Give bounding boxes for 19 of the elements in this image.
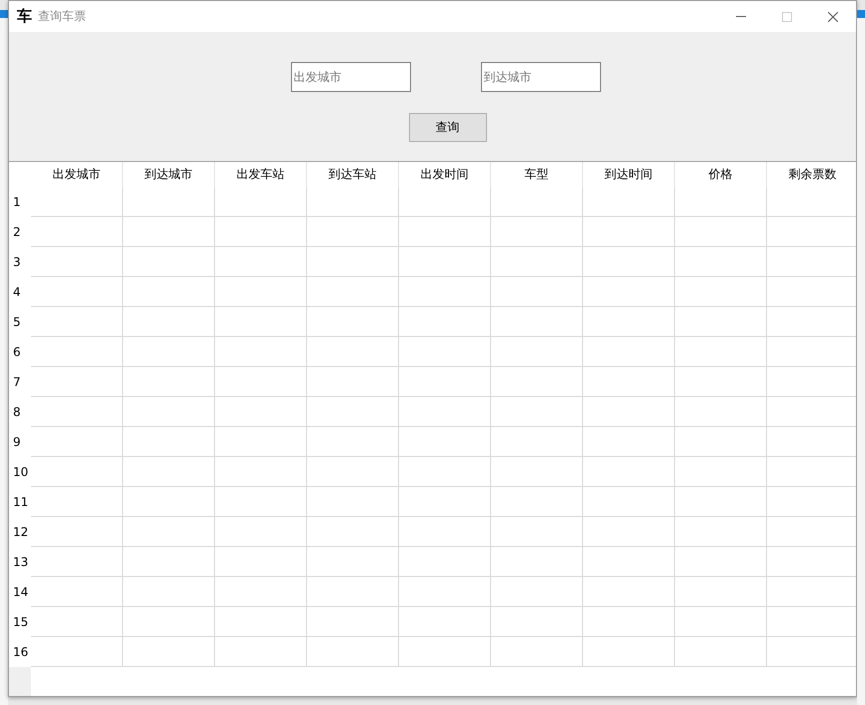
- background-app-bar: [857, 10, 865, 18]
- column-header[interactable]: 到达城市: [123, 162, 215, 187]
- background-app-bar: [0, 10, 8, 18]
- app-icon: 车: [17, 7, 32, 26]
- column-header[interactable]: 出发时间: [399, 162, 491, 187]
- arrival-city-field[interactable]: 到达城市: [480, 62, 600, 92]
- close-icon[interactable]: [828, 12, 838, 22]
- column-header[interactable]: 到达时间: [583, 162, 675, 187]
- window-title: 查询车票: [38, 8, 86, 25]
- column-header[interactable]: 到达车站: [307, 162, 399, 187]
- departure-city-field[interactable]: 出发城市: [290, 62, 410, 92]
- column-header[interactable]: 出发城市: [31, 162, 123, 187]
- column-header[interactable]: 车型: [491, 162, 583, 187]
- minimize-icon[interactable]: [736, 16, 746, 17]
- search-button[interactable]: 查询: [408, 113, 486, 142]
- column-header[interactable]: 出发车站: [215, 162, 307, 187]
- row-number[interactable]: 14: [9, 577, 31, 607]
- column-header[interactable]: 价格: [675, 162, 767, 187]
- maximize-icon[interactable]: [782, 12, 792, 22]
